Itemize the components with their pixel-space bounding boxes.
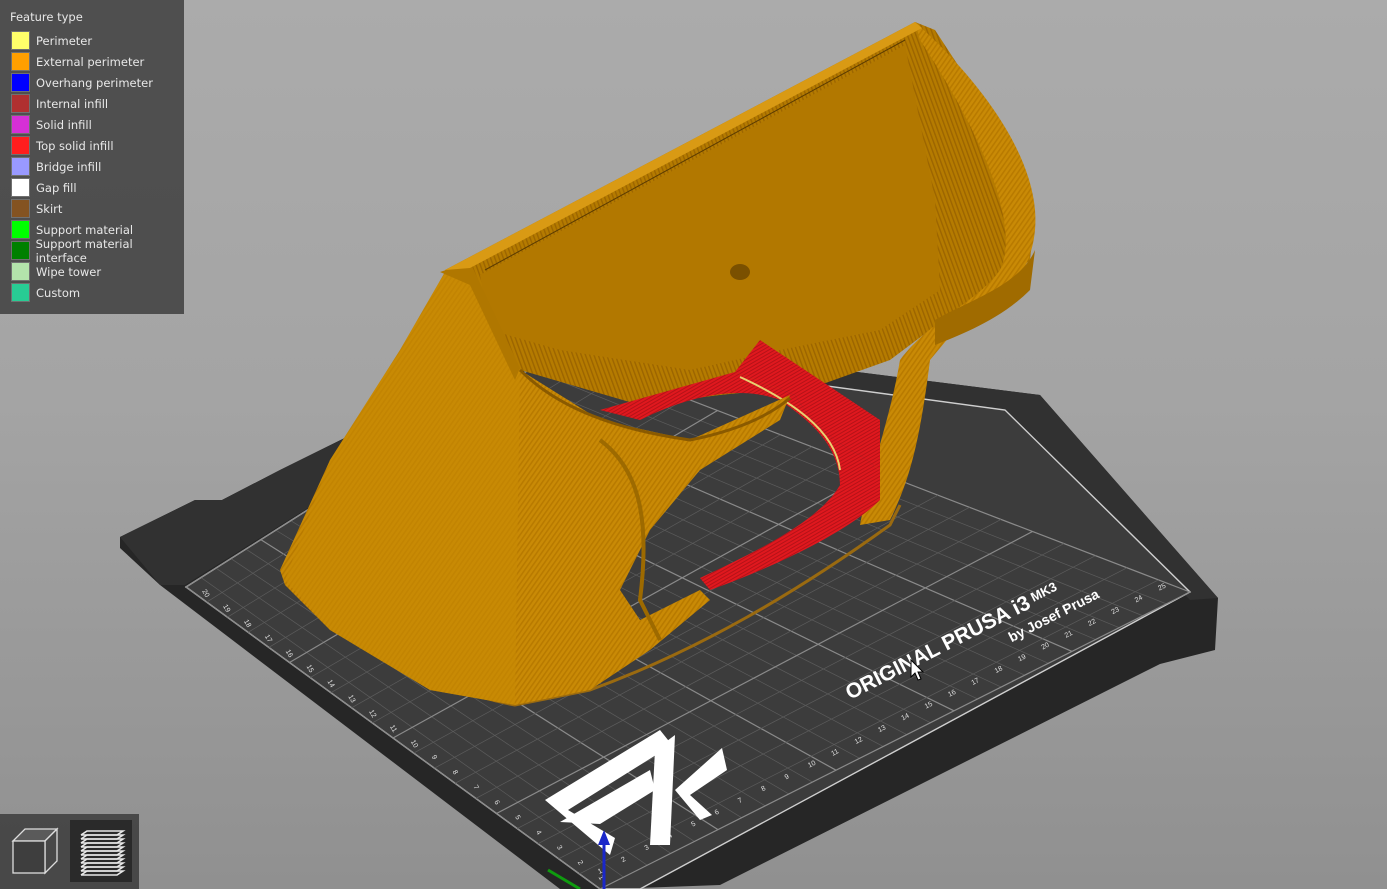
- legend-swatch: [11, 94, 30, 113]
- legend-label: Bridge infill: [36, 159, 102, 174]
- legend-swatch: [11, 283, 30, 302]
- legend-item: Support material interface: [11, 237, 184, 265]
- legend-swatch: [11, 262, 30, 281]
- legend-item: Overhang perimeter: [11, 73, 153, 92]
- legend-swatch: [11, 52, 30, 71]
- model-hole: [730, 264, 750, 280]
- legend-label: Gap fill: [36, 180, 77, 195]
- legend-item: Gap fill: [11, 178, 77, 197]
- 3d-viewport[interactable]: 1234567891011121314151617181920212223242…: [0, 0, 1387, 889]
- legend-item: Perimeter: [11, 31, 92, 50]
- legend-swatch: [11, 220, 30, 239]
- cube-icon: [11, 827, 59, 875]
- view-toolbar: [0, 814, 139, 889]
- layer-line: [80, 870, 126, 876]
- legend-label: Perimeter: [36, 33, 93, 48]
- 3d-view-button[interactable]: [4, 820, 66, 882]
- legend-label: Wipe tower: [36, 264, 102, 279]
- legend-item: External perimeter: [11, 52, 144, 71]
- feature-type-legend: Feature type Perimeter External perimeter…: [0, 0, 184, 314]
- legend-item: Custom: [11, 283, 80, 302]
- legend-swatch: [11, 241, 30, 260]
- legend-swatch: [11, 178, 30, 197]
- legend-swatch: [11, 31, 30, 50]
- legend-title: Feature type: [10, 10, 83, 24]
- legend-label: Support material: [36, 222, 134, 237]
- legend-label: Custom: [36, 285, 81, 300]
- legend-swatch: [11, 157, 30, 176]
- legend-label: External perimeter: [36, 54, 145, 69]
- legend-item: Wipe tower: [11, 262, 101, 281]
- legend-item: Internal infill: [11, 94, 108, 113]
- legend-label: Skirt: [36, 201, 63, 216]
- legend-item: Bridge infill: [11, 157, 101, 176]
- layers-icon: [80, 830, 126, 876]
- legend-swatch: [11, 199, 30, 218]
- legend-item: Skirt: [11, 199, 62, 218]
- legend-swatch: [11, 136, 30, 155]
- legend-item: Solid infill: [11, 115, 92, 134]
- legend-swatch: [11, 115, 30, 134]
- layers-view-button[interactable]: [70, 820, 132, 882]
- legend-label: Internal infill: [36, 96, 109, 111]
- legend-swatch: [11, 73, 30, 92]
- legend-label: Top solid infill: [36, 138, 114, 153]
- legend-label: Overhang perimeter: [36, 75, 153, 90]
- legend-label: Support material interface: [35, 236, 133, 265]
- legend-item: Top solid infill: [11, 136, 114, 155]
- legend-label: Solid infill: [36, 117, 92, 132]
